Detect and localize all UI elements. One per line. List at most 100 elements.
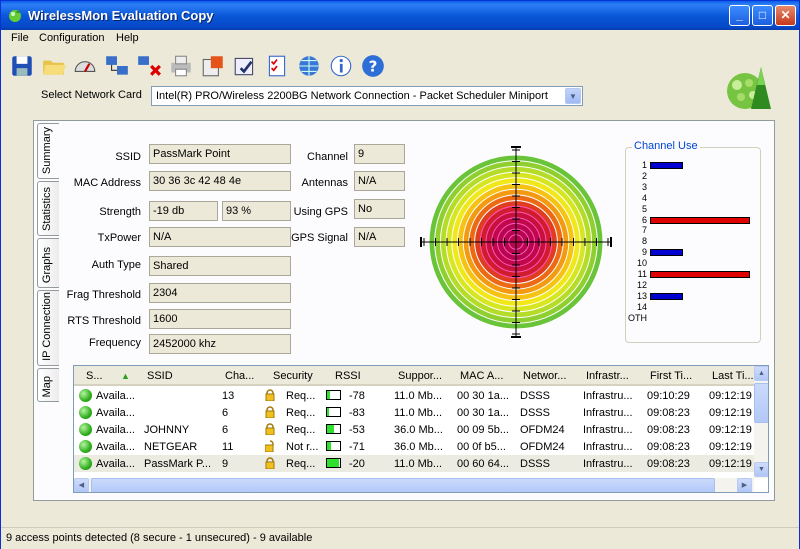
tab-ip-connection[interactable]: IP Connection — [37, 290, 59, 366]
ssid-field: PassMark Point — [149, 144, 291, 164]
close-button[interactable]: ✕ — [775, 5, 796, 26]
scroll-left-icon[interactable]: ◀ — [74, 478, 89, 492]
help-icon[interactable]: ? — [360, 53, 386, 79]
menu-file[interactable]: File — [11, 32, 29, 44]
signal-bar — [326, 390, 341, 400]
channel-use-title: Channel Use — [632, 140, 700, 152]
cell-rssi: -20 — [349, 458, 365, 470]
table-row[interactable]: Availa... 6 Req... -83 11.0 Mb... 00 30 1a...… — [74, 404, 754, 421]
channel-label: 10 — [636, 258, 647, 269]
channel-bar — [650, 249, 683, 257]
tab-summary[interactable]: Summary — [37, 123, 59, 179]
signal-bar — [326, 458, 341, 468]
disconnect-icon[interactable] — [136, 53, 162, 79]
channel-bar — [650, 216, 750, 224]
channel-label: 4 — [641, 192, 647, 203]
window-title: WirelessMon Evaluation Copy — [28, 8, 214, 23]
available-status-icon — [79, 457, 92, 470]
cell-channel: 6 — [222, 424, 229, 436]
lock-icon — [265, 389, 275, 401]
status-bar: 9 access points detected (8 secure - 1 u… — [1, 527, 799, 549]
col-status[interactable]: S... — [86, 370, 103, 382]
globe-icon[interactable] — [296, 53, 322, 79]
printer-icon[interactable] — [168, 53, 194, 79]
channel-row: 7 — [625, 225, 761, 236]
gauge-icon[interactable] — [72, 53, 98, 79]
col-rssi[interactable]: RSSI — [335, 370, 361, 382]
network-icon[interactable] — [104, 53, 130, 79]
horizontal-scroll-thumb[interactable] — [91, 478, 715, 492]
scroll-right-icon[interactable]: ▶ — [737, 478, 752, 492]
mac-label: MAC Address — [73, 177, 141, 189]
channel-bar — [650, 271, 750, 278]
checklist-icon[interactable] — [264, 53, 290, 79]
antennas-label: Antennas — [301, 177, 348, 189]
col-network[interactable]: Networ... — [523, 370, 566, 382]
vertical-scroll-thumb[interactable] — [754, 383, 768, 423]
channel-label: OTH — [628, 312, 647, 323]
strength-label: Strength — [99, 206, 141, 218]
gps-signal-field: N/A — [354, 227, 405, 247]
col-ssid[interactable]: SSID — [147, 370, 173, 382]
table-row[interactable]: Availa... JOHNNY 6 Req... -53 36.0 Mb... 00 09… — [74, 421, 754, 438]
channel-row: 9 — [625, 247, 761, 258]
vertical-scrollbar[interactable]: ▲ ▼ — [754, 366, 768, 478]
col-security[interactable]: Security — [273, 370, 313, 382]
signal-bar — [326, 424, 341, 434]
using-gps-field: No — [354, 199, 405, 219]
lock-icon — [265, 423, 275, 435]
open-folder-icon[interactable] — [41, 53, 67, 79]
scroll-up-icon[interactable]: ▲ — [754, 366, 768, 381]
col-last-time[interactable]: Last Ti... — [712, 370, 754, 382]
access-point-list[interactable]: S... ▲ SSID Cha... Security RSSI Suppor.… — [73, 365, 769, 493]
cell-mac: 00 60 64... — [457, 458, 509, 470]
menu-configuration[interactable]: Configuration — [39, 32, 104, 44]
status-text: 9 access points detected (8 secure - 1 u… — [6, 532, 313, 544]
cell-supported: 36.0 Mb... — [394, 441, 443, 453]
cell-channel: 6 — [222, 407, 229, 419]
maximize-button[interactable]: □ — [752, 5, 773, 26]
col-supported[interactable]: Suppor... — [398, 370, 442, 382]
col-infrastructure[interactable]: Infrastr... — [586, 370, 629, 382]
save-icon[interactable] — [9, 53, 35, 79]
cell-status: Availa... — [96, 458, 135, 470]
config-icon[interactable] — [232, 53, 258, 79]
cell-ssid: PassMark P... — [144, 458, 212, 470]
tab-statistics[interactable]: Statistics — [37, 181, 59, 236]
horizontal-scrollbar[interactable]: ◀ ▶ — [74, 478, 754, 492]
cell-supported: 11.0 Mb... — [394, 390, 443, 402]
cell-security: Req... — [286, 390, 316, 402]
tab-map[interactable]: Map — [37, 368, 59, 402]
menu-help[interactable]: Help — [116, 32, 139, 44]
lock-icon — [265, 457, 275, 469]
network-card-label: Select Network Card — [41, 89, 142, 101]
cell-security: Req... — [286, 458, 316, 470]
table-row[interactable]: Availa... 13 Req... -78 11.0 Mb... 00 30 1a..… — [74, 387, 754, 404]
export-icon[interactable] — [200, 53, 226, 79]
chevron-down-icon[interactable]: ▼ — [565, 88, 581, 104]
col-channel[interactable]: Cha... — [225, 370, 254, 382]
cell-ssid: JOHNNY — [144, 424, 190, 436]
tab-graphs[interactable]: Graphs — [37, 238, 59, 288]
using-gps-label: Using GPS — [293, 206, 348, 218]
minimize-button[interactable]: _ — [729, 5, 750, 26]
cell-supported: 36.0 Mb... — [394, 424, 443, 436]
available-status-icon — [79, 440, 92, 453]
ssid-label: SSID — [115, 151, 141, 163]
cell-status: Availa... — [96, 424, 135, 436]
cell-last-time: 09:12:19 — [709, 441, 752, 453]
col-first-time[interactable]: First Ti... — [650, 370, 692, 382]
cell-infrastructure: Infrastru... — [583, 458, 633, 470]
network-card-select[interactable]: Intel(R) PRO/Wireless 2200BG Network Con… — [151, 86, 583, 106]
channel-row: 2 — [625, 171, 761, 182]
table-row[interactable]: Availa... PassMark P... 9 Req... -20 11.0 Mb.… — [74, 455, 754, 472]
channel-label: 8 — [641, 236, 647, 247]
cell-infrastructure: Infrastru... — [583, 424, 633, 436]
cell-last-time: 09:12:19 — [709, 407, 752, 419]
table-row[interactable]: Availa... NETGEAR 11 Not r... -71 36.0 Mb... 0… — [74, 438, 754, 455]
cell-status: Availa... — [96, 407, 135, 419]
info-icon[interactable] — [328, 53, 354, 79]
col-mac[interactable]: MAC A... — [460, 370, 503, 382]
channel-label: 3 — [641, 181, 647, 192]
scroll-down-icon[interactable]: ▼ — [754, 462, 768, 477]
